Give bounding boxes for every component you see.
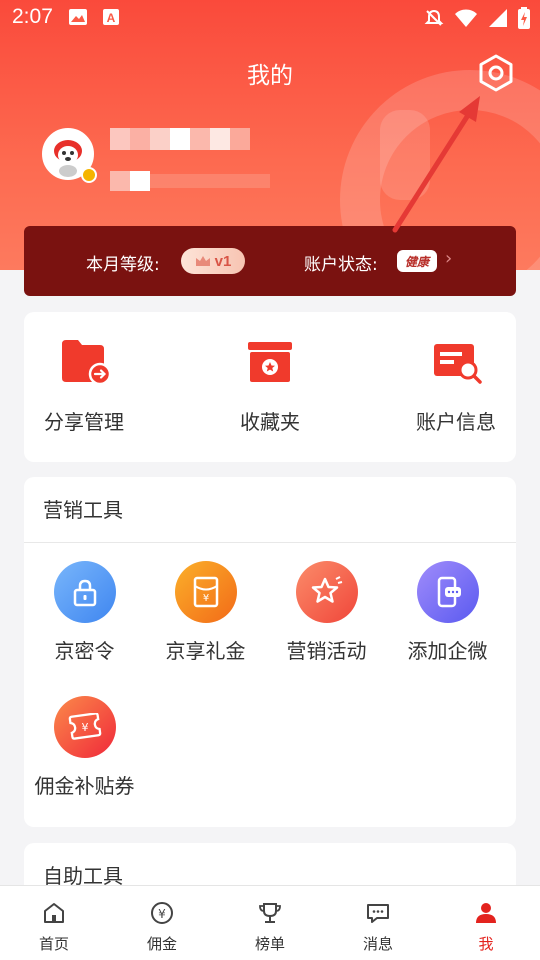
account-status-badge: 健康	[397, 250, 437, 272]
bottom-nav: 首页 ¥ 佣金 榜单 消息 我	[0, 885, 540, 960]
svg-text:¥: ¥	[81, 721, 88, 734]
svg-text:¥: ¥	[202, 593, 208, 604]
nav-messages[interactable]: 消息	[324, 886, 432, 960]
nav-label: 消息	[362, 935, 393, 953]
tool-label: 营销活动	[286, 639, 367, 663]
header-decoration-small	[380, 110, 430, 200]
person-icon	[476, 903, 496, 923]
mute-bell-icon	[424, 9, 444, 26]
nav-me[interactable]: 我	[432, 886, 540, 960]
status-bar: 2:07 A	[0, 0, 540, 36]
level-status-bar[interactable]: 本月等级: v1 账户状态: 健康 ›	[24, 226, 516, 296]
nav-label: 佣金	[146, 935, 177, 953]
tool-add-wecom[interactable]: 添加企微	[387, 561, 508, 664]
nav-label: 首页	[38, 935, 69, 953]
account-card-icon	[432, 338, 482, 386]
gear-icon	[479, 54, 513, 92]
favorites-box-icon	[246, 338, 294, 386]
quick-action-label: 分享管理	[44, 410, 124, 434]
settings-button[interactable]	[477, 54, 515, 92]
tool-marketing-activity[interactable]: 营销活动	[266, 561, 387, 664]
marketing-tools-card: 营销工具 京密令 ¥ 京享礼金 营销活动 添加企微 ¥ 佣金补贴券	[24, 477, 516, 827]
tool-label: 京享礼金	[165, 639, 246, 663]
quick-action-account-info[interactable]: 账户信息	[386, 338, 526, 435]
svg-text:A: A	[107, 11, 116, 25]
page-title: 我的	[247, 63, 293, 89]
tool-jingmiling[interactable]: 京密令	[24, 561, 145, 664]
tool-label: 京密令	[54, 639, 115, 663]
quick-action-favorites[interactable]: 收藏夹	[200, 338, 340, 435]
signal-icon	[489, 9, 507, 27]
coupon-icon: ¥	[53, 696, 116, 758]
a-notification-icon: A	[103, 9, 119, 25]
verified-badge	[81, 167, 97, 183]
userid-redacted	[110, 170, 270, 192]
battery-icon	[518, 7, 530, 29]
quick-action-label: 账户信息	[416, 410, 496, 434]
level-badge: v1	[181, 248, 245, 274]
quick-actions-card: 分享管理 收藏夹 账户信息	[24, 312, 516, 462]
star-icon	[295, 561, 358, 623]
home-icon	[44, 903, 64, 923]
tool-jingxiang-lijin[interactable]: ¥ 京享礼金	[145, 561, 266, 664]
quick-action-label: 收藏夹	[240, 410, 300, 434]
nav-commission[interactable]: ¥ 佣金	[108, 886, 216, 960]
username-redacted	[110, 128, 250, 150]
svg-text:¥: ¥	[158, 907, 166, 921]
tool-label: 佣金补贴券	[34, 774, 135, 798]
level-value: v1	[214, 252, 232, 270]
status-left-icons: A	[68, 8, 120, 26]
quick-action-share-management[interactable]: 分享管理	[14, 338, 154, 435]
red-envelope-icon: ¥	[174, 561, 237, 623]
nav-home[interactable]: 首页	[0, 886, 108, 960]
chevron-right-icon: ›	[445, 248, 453, 269]
marketing-tools-title: 营销工具	[24, 477, 516, 543]
tool-commission-coupon[interactable]: ¥ 佣金补贴券	[24, 696, 145, 799]
account-status-label: 账户状态:	[304, 255, 378, 275]
yuan-coin-icon: ¥	[151, 902, 173, 924]
trophy-icon	[259, 903, 281, 923]
share-folder-icon	[60, 338, 112, 386]
status-right-icons	[424, 7, 530, 29]
tool-label: 添加企微	[407, 639, 488, 663]
nav-ranking[interactable]: 榜单	[216, 886, 324, 960]
wifi-icon	[455, 9, 477, 27]
phone-chat-icon	[416, 561, 479, 623]
lock-icon	[53, 561, 116, 623]
nav-label: 榜单	[254, 935, 285, 953]
level-label: 本月等级:	[86, 255, 160, 275]
nav-label: 我	[478, 935, 494, 953]
status-time: 2:07	[12, 5, 53, 28]
message-icon	[367, 904, 389, 923]
crown-icon	[195, 256, 210, 266]
image-icon	[69, 9, 87, 25]
